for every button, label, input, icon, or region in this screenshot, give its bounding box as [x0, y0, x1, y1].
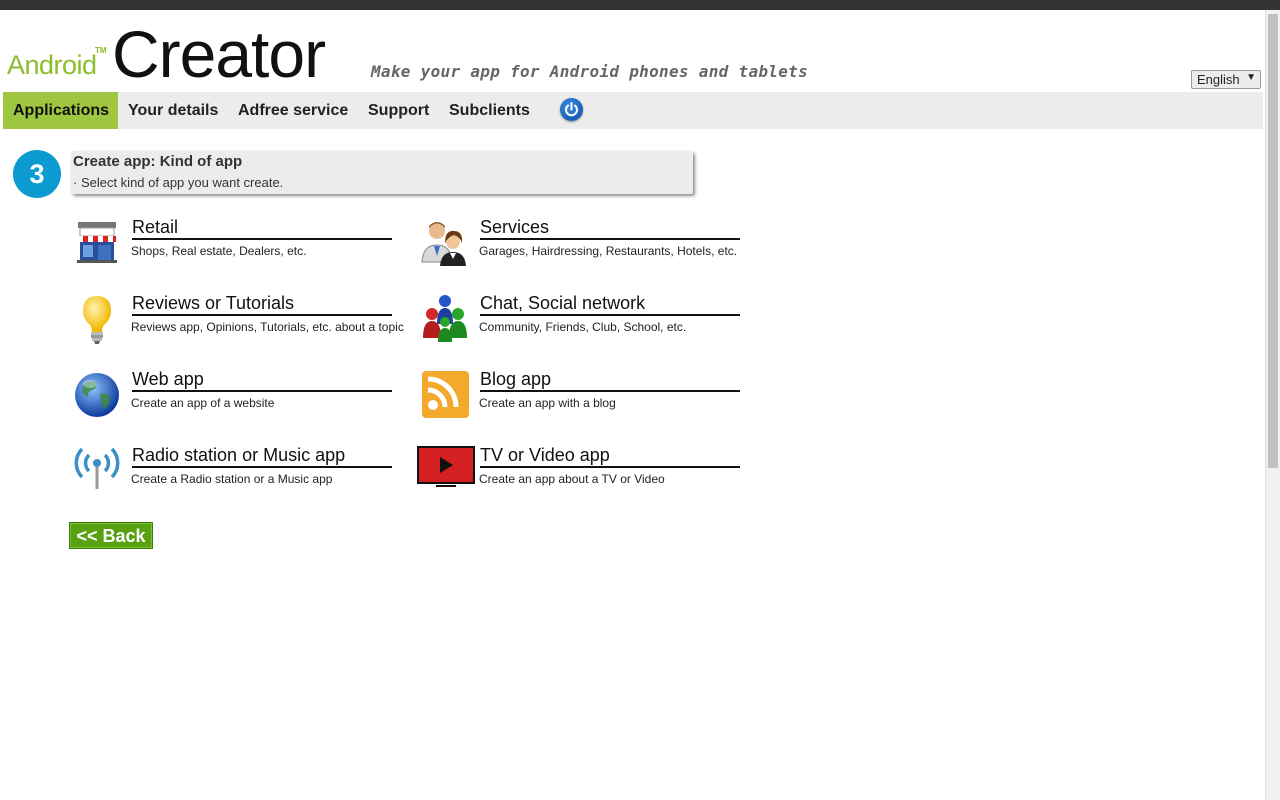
app-type-title: Blog app — [480, 368, 740, 392]
logo-android-text: Android — [7, 50, 97, 80]
nav-applications[interactable]: Applications — [3, 92, 118, 129]
app-type-title: Retail — [132, 216, 392, 240]
language-selected-value: English — [1197, 72, 1240, 87]
browser-top-bar — [0, 0, 1280, 10]
app-type-title: Radio station or Music app — [132, 444, 392, 468]
app-type-radio-music[interactable]: Radio station or Music app Create a Radi… — [72, 444, 412, 506]
rss-icon — [420, 370, 470, 420]
app-type-title: Services — [480, 216, 740, 240]
app-type-services[interactable]: Services Garages, Hairdressing, Restaura… — [420, 216, 760, 278]
app-type-description: Community, Friends, Club, School, etc. — [479, 320, 687, 334]
app-type-description: Create an app about a TV or Video — [479, 472, 665, 486]
app-type-title: Web app — [132, 368, 392, 392]
page-scrollbar[interactable] — [1265, 10, 1280, 800]
main-nav: Applications Your details Adfree service… — [3, 92, 1263, 129]
step-number-badge: 3 — [13, 150, 61, 198]
app-type-description: Create an app with a blog — [479, 396, 616, 410]
app-type-description: Create a Radio station or a Music app — [131, 472, 333, 486]
tv-play-icon — [416, 446, 476, 492]
people-icon — [420, 218, 470, 268]
app-type-chat-social[interactable]: Chat, Social network Community, Friends,… — [420, 292, 760, 354]
app-type-blog-app[interactable]: Blog app Create an app with a blog — [420, 368, 760, 430]
app-type-title: Chat, Social network — [480, 292, 740, 316]
app-type-tv-video[interactable]: TV or Video app Create an app about a TV… — [416, 444, 756, 506]
chevron-down-icon: ▼ — [1246, 72, 1256, 83]
app-type-web-app[interactable]: Web app Create an app of a website — [72, 368, 412, 430]
scrollbar-thumb[interactable] — [1268, 14, 1278, 468]
radio-antenna-icon — [72, 446, 122, 496]
app-type-retail[interactable]: Retail Shops, Real estate, Dealers, etc. — [72, 216, 412, 278]
app-type-description: Create an app of a website — [131, 396, 275, 410]
nav-your-details[interactable]: Your details — [118, 92, 228, 129]
language-select[interactable]: English ▼ — [1191, 70, 1261, 89]
app-type-title: Reviews or Tutorials — [132, 292, 392, 316]
nav-subclients[interactable]: Subclients — [439, 92, 540, 129]
step-title: Create app: Kind of app — [73, 153, 243, 170]
app-type-title: TV or Video app — [480, 444, 740, 468]
back-button[interactable]: << Back — [69, 522, 153, 549]
app-type-reviews[interactable]: Reviews or Tutorials Reviews app, Opinio… — [72, 292, 412, 354]
community-icon — [420, 294, 470, 344]
logo-creator-text: Creator — [112, 17, 326, 91]
android-creator-logo[interactable]: Android TM Creator — [6, 17, 356, 91]
app-type-description: Reviews app, Opinions, Tutorials, etc. a… — [131, 320, 404, 334]
step-header-box: Create app: Kind of app · Select kind of… — [71, 151, 693, 194]
app-type-description: Shops, Real estate, Dealers, etc. — [131, 244, 307, 258]
globe-icon — [72, 370, 122, 420]
site-tagline: Make your app for Android phones and tab… — [371, 62, 809, 81]
logout-power-icon[interactable] — [560, 98, 583, 121]
app-type-description: Garages, Hairdressing, Restaurants, Hote… — [479, 244, 738, 258]
nav-adfree-service[interactable]: Adfree service — [228, 92, 358, 129]
store-icon — [72, 218, 122, 268]
nav-support[interactable]: Support — [358, 92, 439, 129]
lightbulb-icon — [72, 294, 122, 344]
logo-trademark: TM — [95, 46, 107, 55]
step-subtitle: · Select kind of app you want create. — [73, 175, 284, 190]
